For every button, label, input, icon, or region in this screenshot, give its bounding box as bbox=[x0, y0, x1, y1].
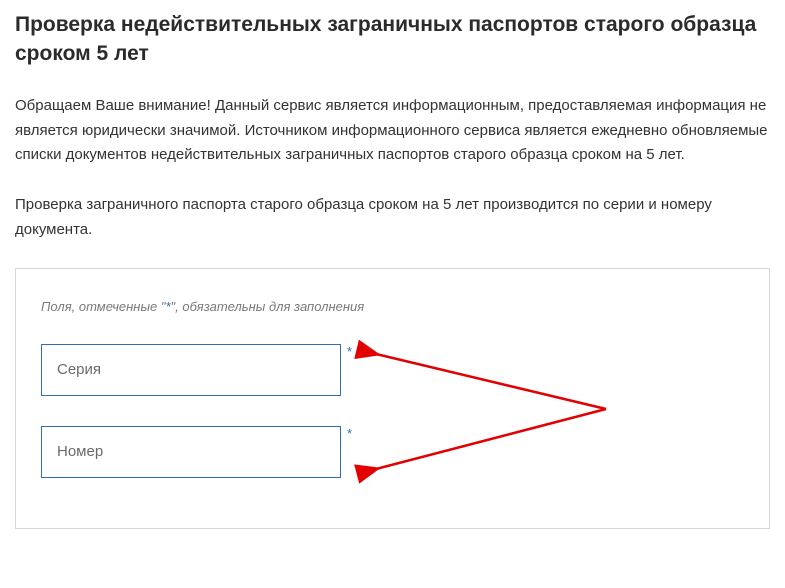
number-field-row: * bbox=[41, 426, 351, 478]
annotation-arrows bbox=[331, 329, 621, 489]
form-container: Поля, отмеченные " * ", обязательны для за… bbox=[15, 268, 770, 529]
notice-paragraph: Обращаем Ваше внимание! Данный сервис яв… bbox=[15, 94, 770, 168]
series-input[interactable] bbox=[41, 344, 341, 396]
series-field-row: * bbox=[41, 344, 351, 396]
number-input[interactable] bbox=[41, 426, 341, 478]
required-fields-hint: Поля, отмеченные "*", обязательны для за… bbox=[41, 299, 744, 314]
series-required-asterisk: * bbox=[347, 344, 352, 359]
hint-text-prefix: Поля, отмеченные " bbox=[41, 299, 165, 314]
number-required-asterisk: * bbox=[347, 426, 352, 441]
instruction-paragraph: Проверка заграничного паспорта старого о… bbox=[15, 193, 770, 243]
page-title: Проверка недействительных заграничных па… bbox=[15, 10, 770, 69]
hint-text-suffix: ", обязательны для заполнения bbox=[171, 299, 365, 314]
